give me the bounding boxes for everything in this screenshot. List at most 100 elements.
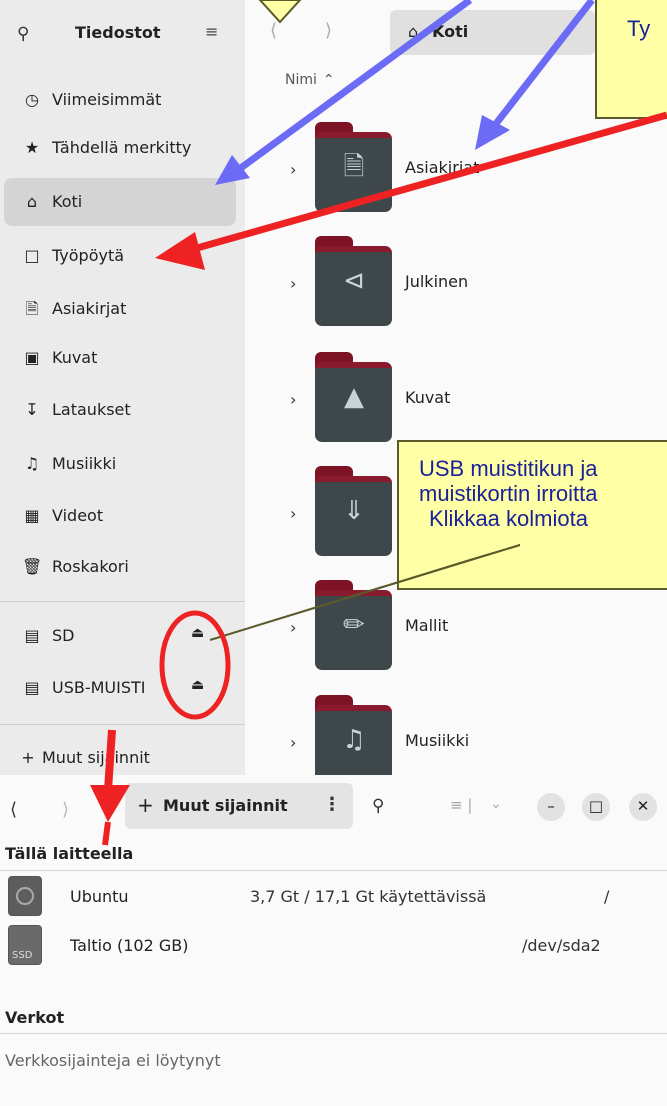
app-title: Tiedostot xyxy=(75,23,161,42)
video-icon: ▦ xyxy=(24,506,40,525)
back-button[interactable]: ⟨ xyxy=(270,20,277,41)
document-icon: 🗎 xyxy=(25,299,39,318)
device-row[interactable]: SSD Taltio (102 GB) /dev/sda2 xyxy=(0,925,667,975)
eject-icon[interactable]: ⏏ xyxy=(191,625,204,641)
drive-icon: ▤ xyxy=(24,626,40,645)
sidebar-item-home[interactable]: ⌂ Koti xyxy=(4,178,236,226)
sidebar-separator xyxy=(0,724,245,725)
sidebar-item-starred[interactable]: ★ Tähdellä merkitty xyxy=(4,124,236,172)
path-label: Koti xyxy=(432,22,469,41)
folder-icon: ⊲ xyxy=(315,236,392,328)
sidebar-separator xyxy=(0,601,245,602)
sidebar-item-music[interactable]: ♫ Musiikki xyxy=(4,440,236,488)
device-mount: /dev/sda2 xyxy=(522,936,601,955)
device-name: Ubuntu xyxy=(70,887,129,906)
list-view-icon[interactable]: ≡ | xyxy=(450,796,472,814)
column-header-name[interactable]: Nimi ⌃ xyxy=(285,72,335,88)
file-row[interactable]: › ✏ Mallit xyxy=(245,580,667,680)
sidebar-item-label: Videot xyxy=(52,506,104,525)
expand-icon[interactable]: › xyxy=(290,618,296,637)
file-row[interactable]: › 🗎 Asiakirjat xyxy=(245,122,667,222)
callout-text: Klikkaa kolmiota xyxy=(429,506,588,531)
sidebar-item-label: Asiakirjat xyxy=(52,299,127,318)
empty-network-note: Verkkosijainteja ei löytynyt xyxy=(5,1051,221,1070)
search-icon[interactable]: ⚲ xyxy=(372,796,384,816)
expand-icon[interactable]: › xyxy=(290,160,296,179)
path-label: Muut sijainnit xyxy=(163,796,288,815)
folder-icon: ♫ xyxy=(315,695,392,775)
minimize-button[interactable]: – xyxy=(537,793,565,821)
callout-usb-eject: USB muistitikun ja muistikortin irroitta… xyxy=(397,440,667,590)
sidebar-item-label: Lataukset xyxy=(52,400,131,419)
chevron-down-icon[interactable]: ⌄ xyxy=(490,796,502,812)
divider xyxy=(0,870,667,871)
sidebar-item-label: Roskakori xyxy=(52,557,129,576)
expand-icon[interactable]: › xyxy=(290,274,296,293)
file-name: Julkinen xyxy=(405,272,469,291)
plus-icon: + xyxy=(137,793,154,817)
file-row[interactable]: › ♫ Musiikki xyxy=(245,695,667,775)
callout-text: muistikortin irroitta xyxy=(419,481,598,506)
templates-icon: ✏ xyxy=(343,610,365,640)
file-manager-home-view: ⚲ Tiedostot ≡ ◷ Viimeisimmät ★ Tähdellä … xyxy=(0,0,667,775)
eject-icon[interactable]: ⏏ xyxy=(191,677,204,693)
disk-icon xyxy=(8,876,42,916)
sidebar-item-sd[interactable]: ▤ SD ⏏ xyxy=(4,612,236,660)
device-row[interactable]: Ubuntu 3,7 Gt / 17,1 Gt käytettävissä / xyxy=(0,876,667,926)
section-heading: Verkot xyxy=(5,1008,65,1027)
pictures-icon: ▲ xyxy=(344,382,364,412)
download-icon: ↧ xyxy=(25,400,39,419)
sidebar-item-pictures[interactable]: ▣ Kuvat xyxy=(4,334,236,382)
expand-icon[interactable]: › xyxy=(290,504,296,523)
file-row[interactable]: › ▲ Kuvat xyxy=(245,352,667,452)
callout-desktop: Ty xyxy=(595,0,667,119)
sidebar: ⚲ Tiedostot ≡ ◷ Viimeisimmät ★ Tähdellä … xyxy=(0,0,245,775)
folder-icon: 🗎 xyxy=(315,122,392,214)
forward-button[interactable]: ⟩ xyxy=(325,20,332,41)
file-name: Kuvat xyxy=(405,388,451,407)
share-icon: ⊲ xyxy=(343,266,365,296)
home-icon: ⌂ xyxy=(408,22,419,41)
sidebar-item-label: Työpöytä xyxy=(52,246,125,265)
path-button-home[interactable]: ⌂ Koti xyxy=(390,10,595,55)
sidebar-item-recent[interactable]: ◷ Viimeisimmät xyxy=(4,76,236,124)
sidebar-item-documents[interactable]: 🗎 Asiakirjat xyxy=(4,285,236,333)
menu-icon[interactable]: ≡ xyxy=(205,22,218,41)
sidebar-item-videos[interactable]: ▦ Videot xyxy=(4,492,236,540)
music-icon: ♫ xyxy=(24,454,40,473)
expand-icon[interactable]: › xyxy=(290,390,296,409)
section-heading: Tällä laitteella xyxy=(5,844,134,863)
sidebar-item-trash[interactable]: 🗑 Roskakori xyxy=(4,543,236,591)
more-options-icon[interactable]: ⋮ xyxy=(323,794,341,815)
ssd-icon: SSD xyxy=(8,925,42,965)
device-capacity: 3,7 Gt / 17,1 Gt käytettävissä xyxy=(250,887,487,906)
sidebar-item-label: Kuvat xyxy=(52,348,98,367)
sidebar-item-desktop[interactable]: □ Työpöytä xyxy=(4,232,236,280)
back-button[interactable]: ⟨ xyxy=(10,799,17,820)
desktop-icon: □ xyxy=(24,246,40,265)
close-button[interactable]: ✕ xyxy=(629,793,657,821)
folder-icon: ✏ xyxy=(315,580,392,672)
callout-text: USB muistitikun ja xyxy=(419,456,598,481)
music-icon: ♫ xyxy=(342,725,366,755)
star-icon: ★ xyxy=(24,138,40,157)
sidebar-item-other-locations[interactable]: + Muut sijainnit xyxy=(4,734,236,775)
divider xyxy=(0,1033,667,1034)
sidebar-item-usb[interactable]: ▤ USB-MUISTI ⏏ xyxy=(4,664,236,712)
path-button-other-locations[interactable]: + Muut sijainnit ⋮ xyxy=(125,783,353,829)
sidebar-item-label: Musiikki xyxy=(52,454,117,473)
sidebar-header: ⚲ Tiedostot ≡ xyxy=(0,20,245,50)
device-name: Taltio (102 GB) xyxy=(70,936,189,955)
maximize-button[interactable]: □ xyxy=(582,793,610,821)
file-row[interactable]: › ⊲ Julkinen xyxy=(245,236,667,336)
device-mount: / xyxy=(604,887,610,906)
expand-icon[interactable]: › xyxy=(290,733,296,752)
file-manager-other-locations: ⟨ ⟩ + Muut sijainnit ⋮ ⚲ ≡ | ⌄ – □ ✕ Täl… xyxy=(0,775,667,1106)
sidebar-item-downloads[interactable]: ↧ Lataukset xyxy=(4,386,236,434)
forward-button[interactable]: ⟩ xyxy=(62,799,69,820)
callout-text: Ty xyxy=(627,16,651,41)
download-icon: ⇓ xyxy=(343,496,365,526)
search-icon[interactable]: ⚲ xyxy=(17,24,29,44)
file-name: Asiakirjat xyxy=(405,158,480,177)
plus-icon: + xyxy=(21,748,35,767)
